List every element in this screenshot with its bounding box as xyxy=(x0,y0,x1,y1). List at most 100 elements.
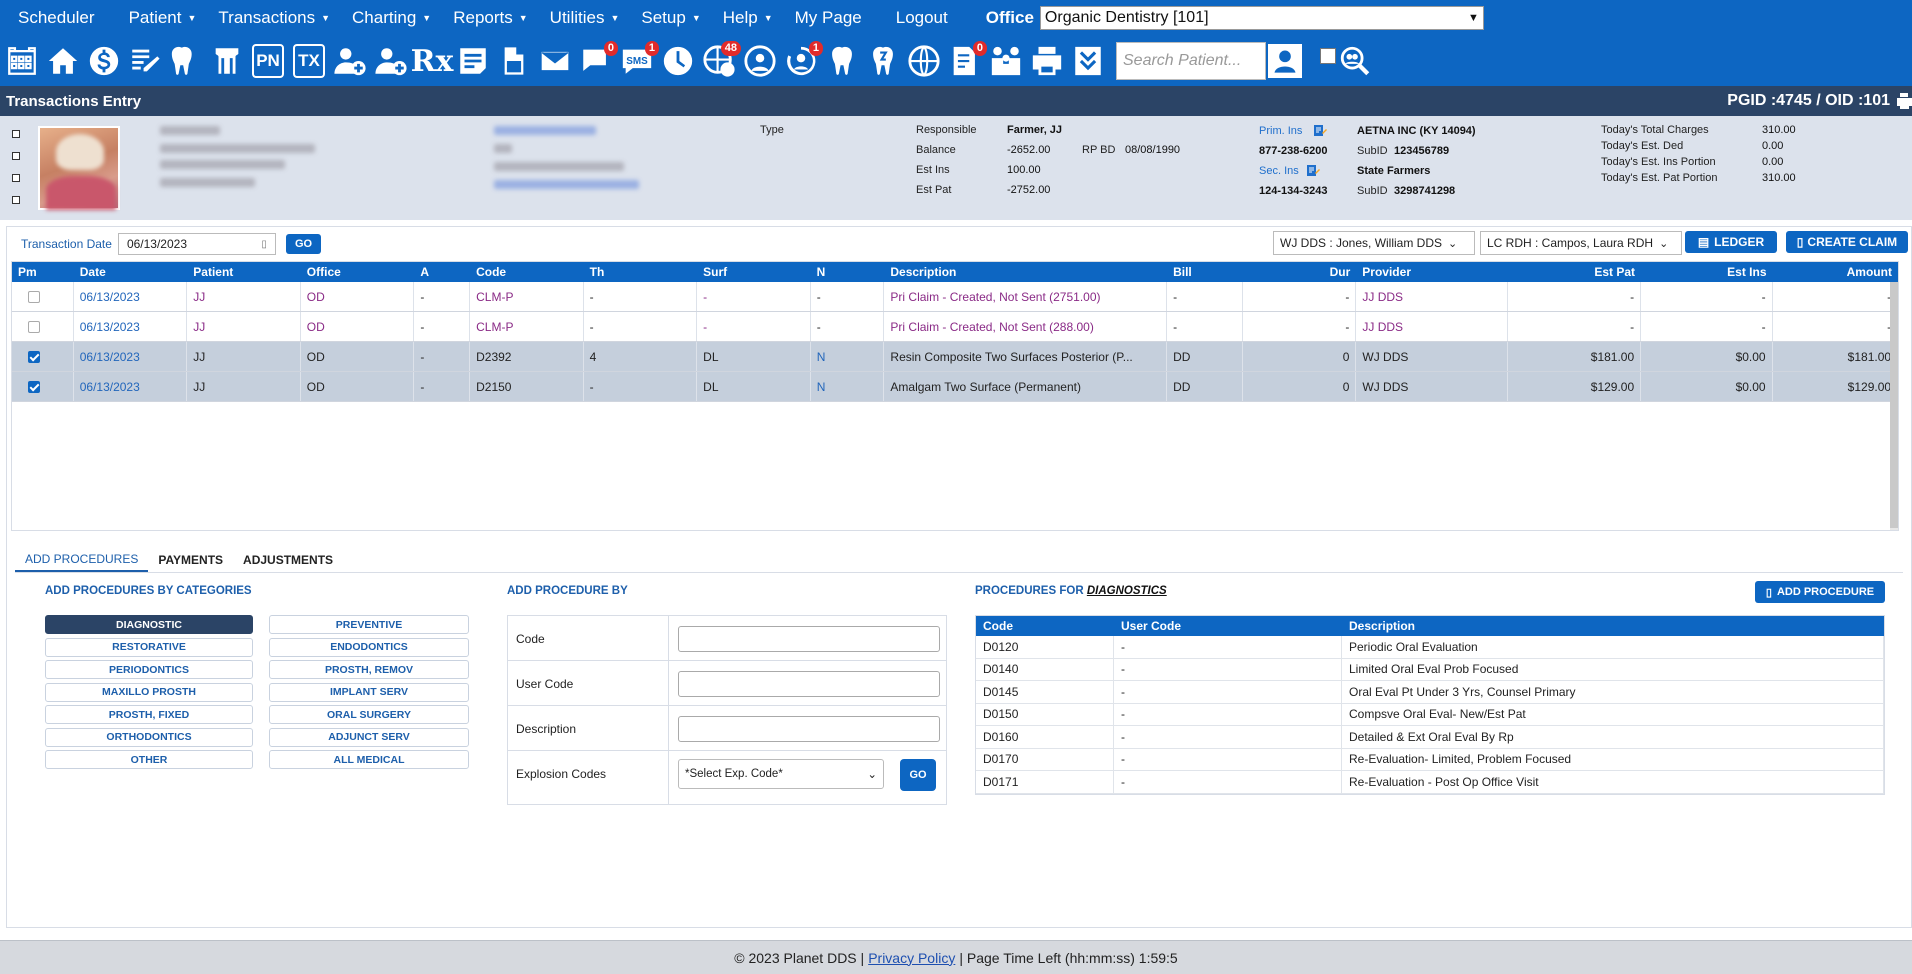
explosion-go-button[interactable]: GO xyxy=(900,759,936,791)
table-cell-date[interactable]: 06/13/2023 xyxy=(74,282,188,311)
print-icon[interactable] xyxy=(1028,41,1066,81)
column-header-bill[interactable]: Bill xyxy=(1167,262,1243,282)
row-checkbox[interactable] xyxy=(28,290,40,303)
table-cell-n[interactable]: N xyxy=(811,372,885,401)
list-item[interactable]: D0140- Limited Oral Eval Prob Focused xyxy=(976,658,1884,681)
group-search-icon[interactable] xyxy=(1336,41,1374,81)
transaction-date-input[interactable]: 06/13/2023 ▯ xyxy=(117,233,276,255)
row-checkbox-cell[interactable] xyxy=(12,372,74,401)
category-periodontics[interactable]: PERIODONTICS xyxy=(45,660,253,679)
email-icon[interactable] xyxy=(536,41,574,81)
category-other[interactable]: OTHER xyxy=(45,750,253,769)
table-row[interactable]: 06/13/2023 JJ OD - CLM-P - - - Pri Claim - Creat… xyxy=(12,312,1898,342)
table-row[interactable]: 06/13/2023 JJ OD - CLM-P - - - Pri Claim - Creat… xyxy=(12,282,1898,312)
column-header-office[interactable]: Office xyxy=(301,262,415,282)
menu-scheduler[interactable]: Scheduler xyxy=(18,8,95,28)
collapse-down-icon[interactable] xyxy=(1069,41,1107,81)
forms-icon[interactable]: 0 xyxy=(946,41,987,81)
print-icon[interactable] xyxy=(1896,92,1912,110)
table-cell-date[interactable]: 06/13/2023 xyxy=(74,342,188,371)
list-item[interactable]: D0170- Re-Evaluation- Limited, Problem Fo… xyxy=(976,748,1884,771)
menu-charting[interactable]: Charting ▼ xyxy=(352,8,431,28)
category-adjunct-serv[interactable]: ADJUNCT SERV xyxy=(269,727,469,747)
add-patient-icon[interactable] xyxy=(331,41,369,81)
column-header-n[interactable]: N xyxy=(811,262,885,282)
edit-insurance-icon[interactable] xyxy=(1306,164,1320,178)
table-cell-date[interactable]: 06/13/2023 xyxy=(74,312,188,341)
category-endodontics[interactable]: ENDODONTICS xyxy=(269,637,469,657)
add-family-icon[interactable] xyxy=(372,41,410,81)
tab-payments[interactable]: PAYMENTS xyxy=(148,547,233,572)
tooth-icon[interactable] xyxy=(823,41,861,81)
web-users-icon[interactable] xyxy=(741,41,779,81)
category-maxillo-prosth[interactable]: MAXILLO PROSTH xyxy=(45,682,253,702)
global-patients-icon[interactable]: 48 xyxy=(700,41,741,81)
column-header-provider[interactable]: Provider xyxy=(1356,262,1507,282)
globe-icon[interactable] xyxy=(905,41,943,81)
notes-icon[interactable] xyxy=(454,41,492,81)
category-preventive[interactable]: PREVENTIVE xyxy=(269,615,469,634)
column-header-surf[interactable]: Surf xyxy=(697,262,811,282)
table-cell-date[interactable]: 06/13/2023 xyxy=(74,372,188,401)
row-checkbox[interactable] xyxy=(28,350,40,363)
category-orthodontics[interactable]: ORTHODONTICS xyxy=(45,727,253,747)
column-header-patient[interactable]: Patient xyxy=(187,262,301,282)
list-item[interactable]: D0150- Compsve Oral Eval- New/Est Pat xyxy=(976,703,1884,726)
category-implant-serv[interactable]: IMPLANT SERV xyxy=(269,682,469,702)
column-header-est-pat[interactable]: Est Pat xyxy=(1508,262,1641,282)
treatment-plan-icon[interactable]: TX xyxy=(293,44,325,78)
column-header-date[interactable]: Date xyxy=(74,262,188,282)
table-row[interactable]: 06/13/2023 JJ OD - D2392 4 DL N Resin Composite … xyxy=(12,342,1898,372)
clock-icon[interactable] xyxy=(659,41,697,81)
category-prosth-fixed[interactable]: PROSTH, FIXED xyxy=(45,705,253,724)
tooth-chart-icon[interactable] xyxy=(167,41,205,81)
category-prosth-remov[interactable]: PROSTH, REMOV xyxy=(269,660,469,679)
column-header-a[interactable]: A xyxy=(414,262,470,282)
menu-help[interactable]: Help ▼ xyxy=(723,8,773,28)
menu-my-page[interactable]: My Page xyxy=(795,8,862,28)
row-checkbox-cell[interactable] xyxy=(12,282,74,311)
column-header-amount[interactable]: Amount xyxy=(1773,262,1898,282)
privacy-policy-link[interactable]: Privacy Policy xyxy=(868,950,955,966)
list-item[interactable]: D0145- Oral Eval Pt Under 3 Yrs, Counsel … xyxy=(976,681,1884,704)
prescription-icon[interactable]: Rx xyxy=(411,41,454,81)
calendar-icon[interactable]: ▯ xyxy=(261,239,267,250)
billing-dollar-icon[interactable] xyxy=(85,41,123,81)
code-input[interactable] xyxy=(678,626,940,652)
column-header-est-ins[interactable]: Est Ins xyxy=(1641,262,1772,282)
grid-scrollbar[interactable] xyxy=(1890,282,1898,530)
edit-notes-icon[interactable] xyxy=(126,41,164,81)
row-checkbox-cell[interactable] xyxy=(12,312,74,341)
documents-icon[interactable] xyxy=(495,41,533,81)
date-go-button[interactable]: GO xyxy=(285,234,322,254)
column-header-code[interactable]: Code xyxy=(470,262,584,282)
prim-ins-link[interactable]: Prim. Ins xyxy=(1259,125,1302,137)
header-toggle-3[interactable] xyxy=(12,174,20,182)
tooth-roots-icon[interactable] xyxy=(208,41,246,81)
table-cell-n[interactable]: N xyxy=(811,342,885,371)
category-oral-surgery[interactable]: ORAL SURGERY xyxy=(269,705,469,724)
list-item[interactable]: D0160- Detailed & Ext Oral Eval By Rp xyxy=(976,726,1884,749)
table-row[interactable]: 06/13/2023 JJ OD - D2150- DL N Amalgam Two Surf… xyxy=(12,372,1898,402)
search-patient-input[interactable]: Search Patient... xyxy=(1116,42,1266,80)
column-header-th[interactable]: Th xyxy=(584,262,698,282)
list-item[interactable]: D0120- Periodic Oral Evaluation xyxy=(976,636,1884,659)
family-icon[interactable] xyxy=(987,41,1025,81)
column-header-dur[interactable]: Dur xyxy=(1243,262,1357,282)
create-claim-button[interactable]: ▯ CREATE CLAIM xyxy=(1786,231,1908,253)
home-icon[interactable] xyxy=(44,41,82,81)
column-header-description[interactable]: Description xyxy=(884,262,1167,282)
row-checkbox[interactable] xyxy=(28,320,40,333)
menu-patient[interactable]: Patient ▼ xyxy=(129,8,197,28)
provider-select[interactable]: WJ DDS : Jones, William DDS ⌄ xyxy=(1273,231,1475,255)
menu-logout[interactable]: Logout xyxy=(896,8,948,28)
tab-add-procedures[interactable]: ADD PROCEDURES xyxy=(15,547,149,572)
header-toggle-1[interactable] xyxy=(12,130,20,138)
category-restorative[interactable]: RESTORATIVE xyxy=(45,637,253,657)
ledger-button[interactable]: ▤ LEDGER xyxy=(1685,231,1777,253)
add-procedure-button[interactable]: ▯ ADD PROCEDURE xyxy=(1755,581,1885,603)
sec-ins-link[interactable]: Sec. Ins xyxy=(1259,165,1299,177)
list-item[interactable]: D0171- Re-Evaluation - Post Op Office Vis… xyxy=(976,771,1884,794)
column-header-pm[interactable]: Pm xyxy=(12,262,74,282)
messages-icon[interactable]: 0 xyxy=(577,41,618,81)
